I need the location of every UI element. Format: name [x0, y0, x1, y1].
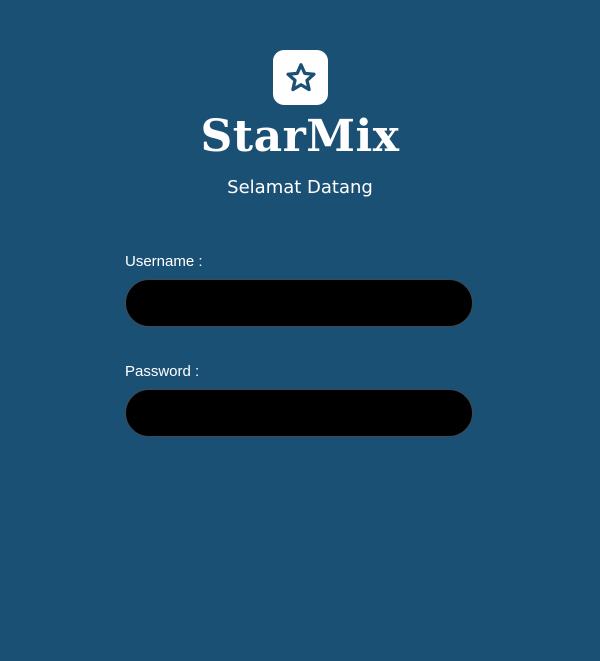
app-logo — [273, 50, 328, 105]
password-label: Password : — [125, 363, 200, 380]
username-input[interactable] — [125, 279, 473, 327]
password-input[interactable] — [125, 389, 473, 437]
username-label: Username : — [125, 253, 203, 270]
star-icon — [285, 62, 316, 91]
app-title: StarMix — [200, 111, 400, 162]
welcome-text: Selamat Datang — [227, 177, 373, 198]
